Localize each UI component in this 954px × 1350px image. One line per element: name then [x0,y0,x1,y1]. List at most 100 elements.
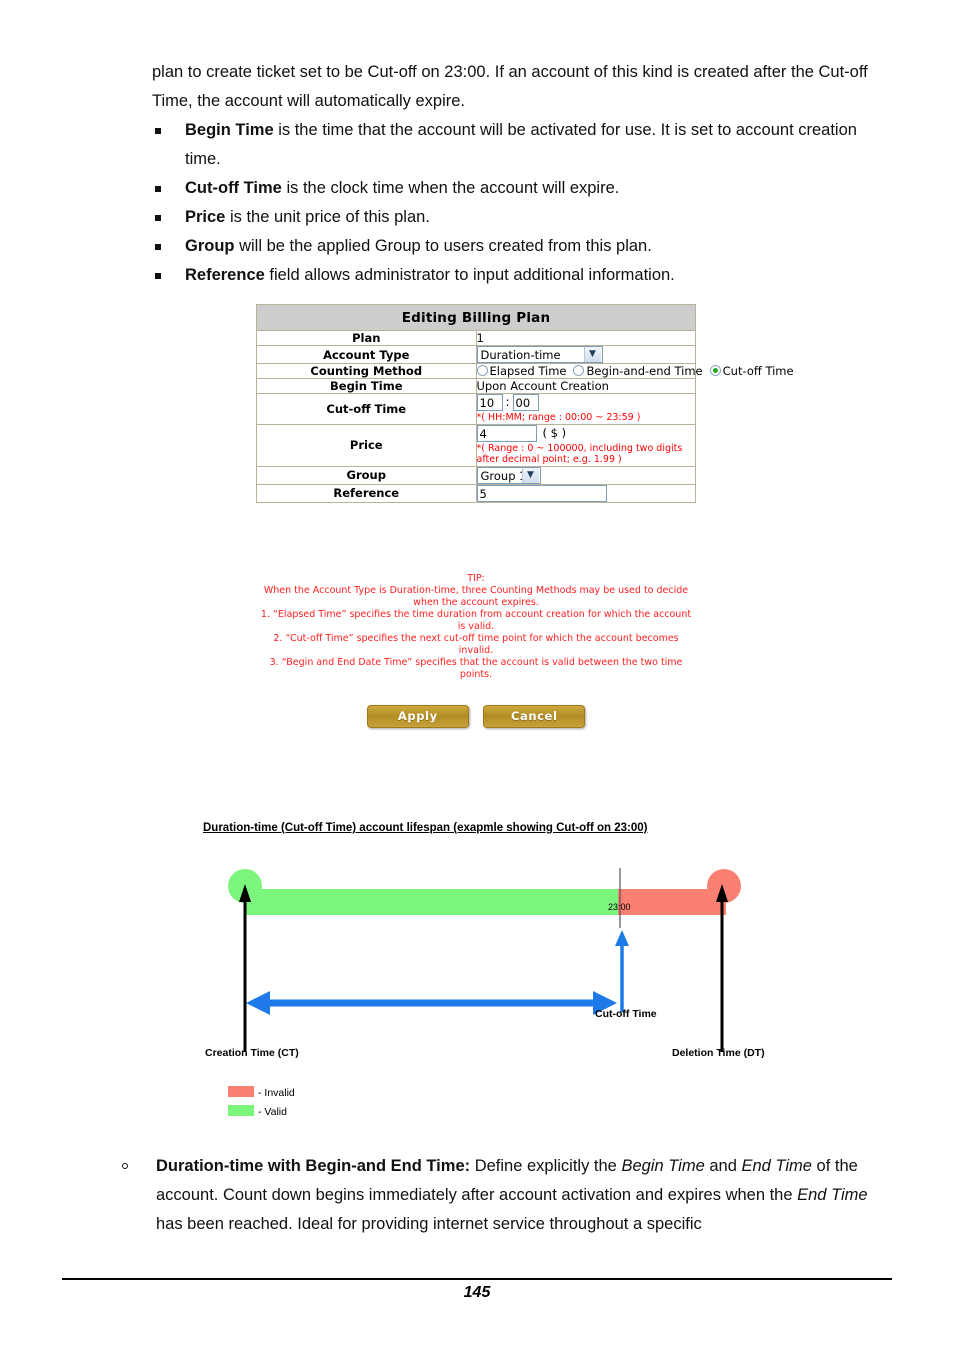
bottom-seg: Define explicitly the [470,1157,622,1175]
counting-method-radio-group: Elapsed Time Begin-and-end Time Cut-off Ti… [476,364,794,378]
table-row-plan: Plan 1 [256,330,696,346]
square-bullet-icon [155,128,161,134]
cutoff-time-hint: *( HH:MM; range : 00:00 ~ 23:59 ) [476,412,641,423]
bottom-seg: has been reached. Ideal for providing in… [156,1215,702,1233]
list-item: Price is the unit price of this plan. [152,203,892,232]
radio-elapsed-time[interactable]: Elapsed Time [476,364,567,378]
radio-icon[interactable] [573,365,585,376]
tip-line: When the Account Type is Duration-time, … [263,585,689,596]
bullet-text: is the unit price of this plan. [225,208,430,226]
cutoff-tick-label: 23:00 [608,902,631,912]
field-description-list: Begin Time is the time that the account … [152,116,892,290]
account-type-label: Account Type [256,345,477,364]
begin-time-label: Begin Time [256,378,477,394]
price-label: Price [256,423,477,467]
table-row-counting-method: Counting Method Elapsed Time Begin-and-en… [256,363,794,379]
bottom-section: Duration-time with Begin-and End Time: D… [118,1152,893,1239]
creation-time-label: Creation Time (CT) [205,1047,299,1059]
reference-label: Reference [256,483,477,503]
intro-paragraph: plan to create ticket set to be Cut-off … [152,63,868,110]
valid-segment [228,869,620,915]
bottom-term: Duration-time with Begin-and End Time: [156,1157,471,1175]
price-unit: ( $ ) [542,425,567,440]
tip-line: invalid. [458,645,494,656]
table-row-account-type: Account Type Duration-time ▼ [256,345,696,364]
account-type-selected-value: Duration-time [480,348,561,362]
tip-line: 3. “Begin and End Date Time” specifies t… [269,657,683,668]
legend-label: - Valid [258,1106,287,1118]
bottom-em: End Time [797,1186,868,1204]
radio-begin-and-end-time[interactable]: Begin-and-end Time [573,364,703,378]
intro-section: plan to create ticket set to be Cut-off … [152,58,892,290]
tip-heading: TIP: [467,573,485,584]
chevron-down-icon[interactable]: ▼ [583,347,601,362]
bullet-term: Cut-off Time [185,179,282,197]
group-label: Group [256,465,477,485]
chevron-down-icon[interactable]: ▼ [521,467,539,483]
table-row-reference: Reference 5 [256,483,696,503]
list-item: Duration-time with Begin-and End Time: D… [118,1152,893,1239]
table-row-cutoff-time: Cut-off Time 10:00 *( HH:MM; range : 00:… [256,393,696,425]
square-bullet-icon [155,186,161,192]
bullet-text: field allows administrator to input addi… [264,266,675,284]
legend-swatch-invalid-icon [228,1086,254,1097]
legend-swatch-valid-icon [228,1105,254,1116]
panel-title: Editing Billing Plan [256,304,696,331]
bottom-seg: and [704,1157,742,1175]
lifespan-span-arrow [246,991,617,1015]
account-type-select[interactable]: Duration-time ▼ [476,346,603,363]
radio-cut-off-time[interactable]: Cut-off Time [709,364,794,378]
page-footer: 145 [62,1278,892,1302]
bullet-term: Begin Time [185,121,274,139]
square-bullet-icon [155,273,161,279]
radio-icon-selected[interactable] [709,365,721,376]
plan-label: Plan [256,330,477,346]
reference-input[interactable]: 5 [476,484,607,502]
diagram-graphic [228,868,741,1052]
diagram-legend: - Invalid - Valid [228,1084,295,1122]
time-separator: : [505,395,510,409]
tip-line: when the account expires. [413,597,539,608]
counting-method-label: Counting Method [256,363,477,379]
plan-value: 1 [475,330,696,346]
bottom-em: Begin Time [621,1157,705,1175]
cutoff-pointer-arrow [615,930,629,1012]
radio-label: Begin-and-end Time [586,364,703,378]
cutoff-time-label: Cut-off Time [256,393,477,425]
begin-time-value: Upon Account Creation [475,378,696,394]
list-item: Cut-off Time is the clock time when the … [152,174,892,203]
apply-button[interactable]: Apply [366,705,469,728]
radio-icon[interactable] [476,365,488,376]
tip-line: points. [459,669,493,680]
cancel-button[interactable]: Cancel [483,705,586,728]
list-item: Reference field allows administrator to … [152,261,892,290]
group-selected-value: Group 1 [480,468,527,483]
billing-plan-table: Editing Billing Plan Plan 1 Account Type… [256,304,794,503]
document-page: plan to create ticket set to be Cut-off … [0,0,954,1350]
editing-billing-plan-panel: Editing Billing Plan Plan 1 Account Type… [256,304,794,503]
bullet-term: Price [185,208,226,226]
cutoff-hours-input[interactable]: 10 [476,394,503,411]
table-row-begin-time: Begin Time Upon Account Creation [256,378,696,394]
legend-label: - Invalid [258,1087,295,1099]
price-input[interactable]: 4 [476,424,537,442]
bullet-text: will be the applied Group to users creat… [234,237,652,255]
legend-item-invalid: - Invalid [228,1084,295,1103]
group-select[interactable]: Group 1 ▼ [476,466,541,484]
page-number: 145 [463,1284,491,1301]
deletion-time-label: Deletion Time (DT) [672,1047,765,1059]
bottom-list: Duration-time with Begin-and End Time: D… [118,1152,893,1239]
radio-label: Elapsed Time [489,364,567,378]
cutoff-time-label: Cut-off Time [595,1008,657,1020]
bullet-term: Group [185,237,235,255]
tip-line: is valid. [457,621,495,632]
legend-item-valid: - Valid [228,1103,295,1122]
bullet-text: is the time that the account will be act… [185,121,857,168]
diagram-title: Duration-time (Cut-off Time) account lif… [203,822,648,834]
cutoff-minutes-input[interactable]: 00 [512,394,539,411]
lifespan-diagram: Duration-time (Cut-off Time) account lif… [0,812,954,1132]
bottom-em: End Time [741,1157,812,1175]
table-row-group: Group Group 1 ▼ [256,465,696,485]
tip-block: TIP: When the Account Type is Duration-t… [256,573,696,681]
list-item: Begin Time is the time that the account … [152,116,892,174]
